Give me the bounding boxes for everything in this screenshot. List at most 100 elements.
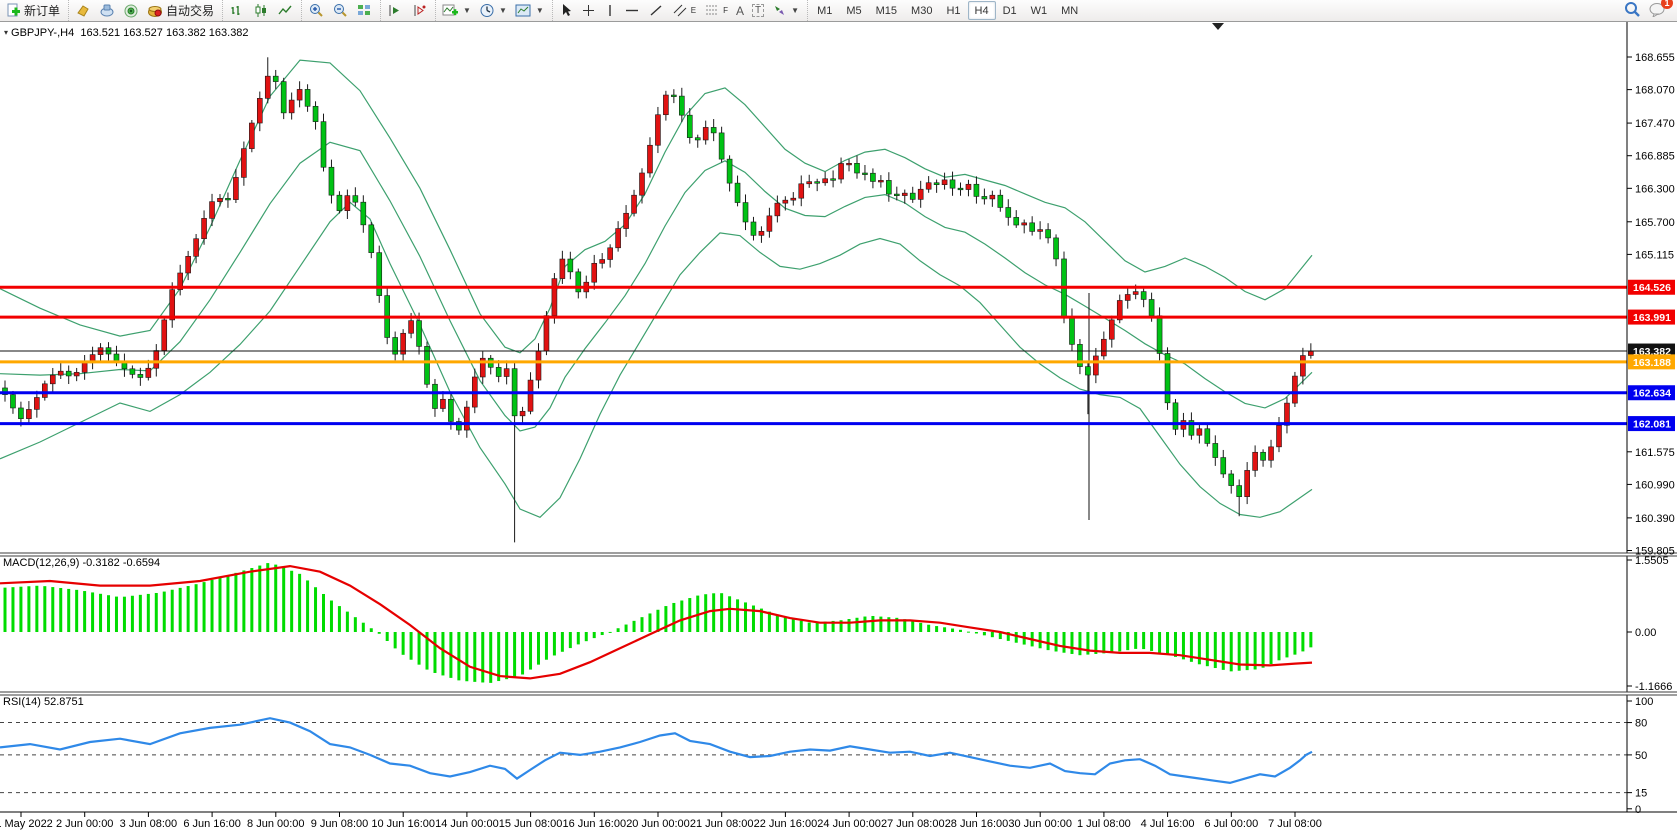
text-button[interactable]: A: [732, 0, 748, 21]
timeframe-W1[interactable]: W1: [1024, 1, 1055, 20]
macd-signal-value: -0.6594: [123, 557, 160, 569]
candlestick-button[interactable]: [249, 0, 273, 21]
macd-axis-label: 1.5505: [1635, 555, 1669, 567]
chart-ohlc-values: 163.521 163.527 163.382 163.382: [80, 27, 248, 39]
svg-text:162.634: 162.634: [1633, 388, 1671, 400]
date-tick-label: 30 Jun 00:00: [1008, 818, 1072, 830]
one-click-trading-toggle-icon[interactable]: ▾: [4, 28, 8, 37]
vertical-line-icon: [604, 3, 616, 18]
date-tick-label: 2 Jun 00:00: [56, 818, 114, 830]
date-tick-label: 28 Jun 16:00: [945, 818, 1009, 830]
cursor-icon: [559, 3, 573, 18]
bar-chart-icon: [229, 3, 245, 18]
horizontal-line-button[interactable]: [620, 0, 644, 21]
timeframe-M1[interactable]: M1: [810, 1, 839, 20]
crosshair-icon: [581, 3, 596, 18]
timeframe-D1[interactable]: D1: [996, 1, 1024, 20]
indicators-dropdown-button[interactable]: ▼: [438, 0, 475, 21]
zoom-in-button[interactable]: [304, 0, 328, 21]
price-tick-label: 160.990: [1635, 479, 1675, 491]
date-tick-label: 7 Jul 08:00: [1268, 818, 1322, 830]
cursor-button[interactable]: [555, 0, 577, 21]
notifications-button[interactable]: 1: [1649, 1, 1667, 20]
timeframe-H1[interactable]: H1: [939, 1, 967, 20]
channel-icon: [672, 3, 688, 18]
arrows-dropdown-button[interactable]: ▼: [768, 0, 803, 21]
chevron-down-icon: ▼: [463, 6, 471, 15]
toolbar-group-timeframes: M1M5M15M30H1H4D1W1MN: [807, 0, 1087, 21]
date-tick-label: 6 Jul 00:00: [1204, 818, 1258, 830]
date-tick-label: 10 Jun 16:00: [371, 818, 435, 830]
toolbar-group-zoom: [301, 0, 378, 21]
auto-scroll-button[interactable]: [383, 0, 407, 21]
chart-canvas[interactable]: 168.655168.070167.470166.885166.300165.7…: [0, 21, 1677, 833]
signals-button[interactable]: [119, 0, 143, 21]
text-label-button[interactable]: T: [748, 0, 768, 21]
chart-shift-marker[interactable]: [1212, 23, 1224, 30]
navigator-button[interactable]: [95, 0, 119, 21]
channel-button[interactable]: E: [668, 0, 700, 21]
timeframe-M30[interactable]: M30: [904, 1, 939, 20]
chevron-down-icon: ▼: [499, 6, 507, 15]
templates-dropdown-button[interactable]: ▼: [511, 0, 548, 21]
toolbar-group-scroll: [380, 0, 433, 21]
zoom-out-icon: [332, 3, 348, 18]
timeframe-M5[interactable]: M5: [839, 1, 868, 20]
trendline-button[interactable]: [644, 0, 668, 21]
autotrading-button[interactable]: 自动交易: [143, 0, 218, 21]
rsi-pane: [0, 718, 1627, 792]
line-chart-button[interactable]: [273, 0, 297, 21]
toolbar-group-objects: E F A T ▼: [552, 0, 805, 21]
price-tick-label: 167.470: [1635, 118, 1675, 130]
new-order-label: 新订单: [24, 2, 60, 19]
svg-text:163.188: 163.188: [1633, 357, 1671, 369]
text-label-icon: T: [752, 4, 764, 17]
date-tick-label: 27 Jun 08:00: [881, 818, 945, 830]
date-tick-label: 24 Jun 00:00: [817, 818, 881, 830]
bollinger-upper: [0, 60, 1312, 353]
macd-main-value: -0.3182: [82, 557, 119, 569]
svg-text:164.526: 164.526: [1633, 282, 1671, 294]
date-tick-label: 15 Jun 08:00: [499, 818, 563, 830]
chart-symbol-period: GBPJPY-,H4: [11, 27, 74, 39]
date-tick-label: 8 Jun 00:00: [247, 818, 305, 830]
trendline-icon: [648, 3, 664, 18]
channel-letter: E: [691, 6, 696, 15]
timeframe-MN[interactable]: MN: [1054, 1, 1085, 20]
toolbar-group-charttype: [222, 0, 299, 21]
svg-text:162.081: 162.081: [1633, 419, 1671, 431]
timeframe-M15[interactable]: M15: [869, 1, 904, 20]
autotrading-icon: [147, 3, 163, 18]
tile-windows-button[interactable]: [352, 0, 376, 21]
indicators-icon: [442, 3, 459, 18]
fibonacci-letter: F: [723, 6, 728, 15]
crosshair-button[interactable]: [577, 0, 600, 21]
svg-text:163.991: 163.991: [1633, 312, 1671, 324]
chart-window[interactable]: 168.655168.070167.470166.885166.300165.7…: [0, 21, 1677, 833]
new-order-button[interactable]: 新订单: [2, 0, 64, 21]
fibonacci-icon: [704, 3, 720, 18]
rsi-value: 52.8751: [44, 696, 84, 708]
date-axis[interactable]: 31 May 20222 Jun 00:003 Jun 08:006 Jun 1…: [0, 812, 1322, 830]
timeframe-H4[interactable]: H4: [968, 1, 996, 20]
search-button[interactable]: [1624, 1, 1641, 21]
chart-shift-button[interactable]: [407, 0, 431, 21]
price-axis[interactable]: 168.655168.070167.470166.885166.300165.7…: [1627, 52, 1675, 816]
market-watch-button[interactable]: [71, 0, 95, 21]
toolbar-group-add: ▼ ▼ ▼: [435, 0, 550, 21]
main-toolbar: 新订单 自动交易 ▼ ▼ ▼ E F A T ▼: [0, 0, 1677, 22]
price-tick-label: 166.300: [1635, 183, 1675, 195]
date-tick-label: 4 Jul 16:00: [1141, 818, 1195, 830]
vertical-line-button[interactable]: [600, 0, 620, 21]
chart-title: ▾GBPJPY-,H4 163.521 163.527 163.382 163.…: [4, 27, 249, 39]
line-chart-icon: [277, 3, 293, 18]
date-tick-label: 9 Jun 08:00: [311, 818, 369, 830]
fibonacci-button[interactable]: F: [700, 0, 732, 21]
signals-icon: [123, 3, 139, 18]
periods-dropdown-button[interactable]: ▼: [475, 0, 511, 21]
rsi-name: RSI(14): [3, 696, 41, 708]
bar-chart-button[interactable]: [225, 0, 249, 21]
autotrading-label: 自动交易: [166, 2, 214, 19]
rsi-axis-label: 80: [1635, 718, 1647, 730]
zoom-out-button[interactable]: [328, 0, 352, 21]
